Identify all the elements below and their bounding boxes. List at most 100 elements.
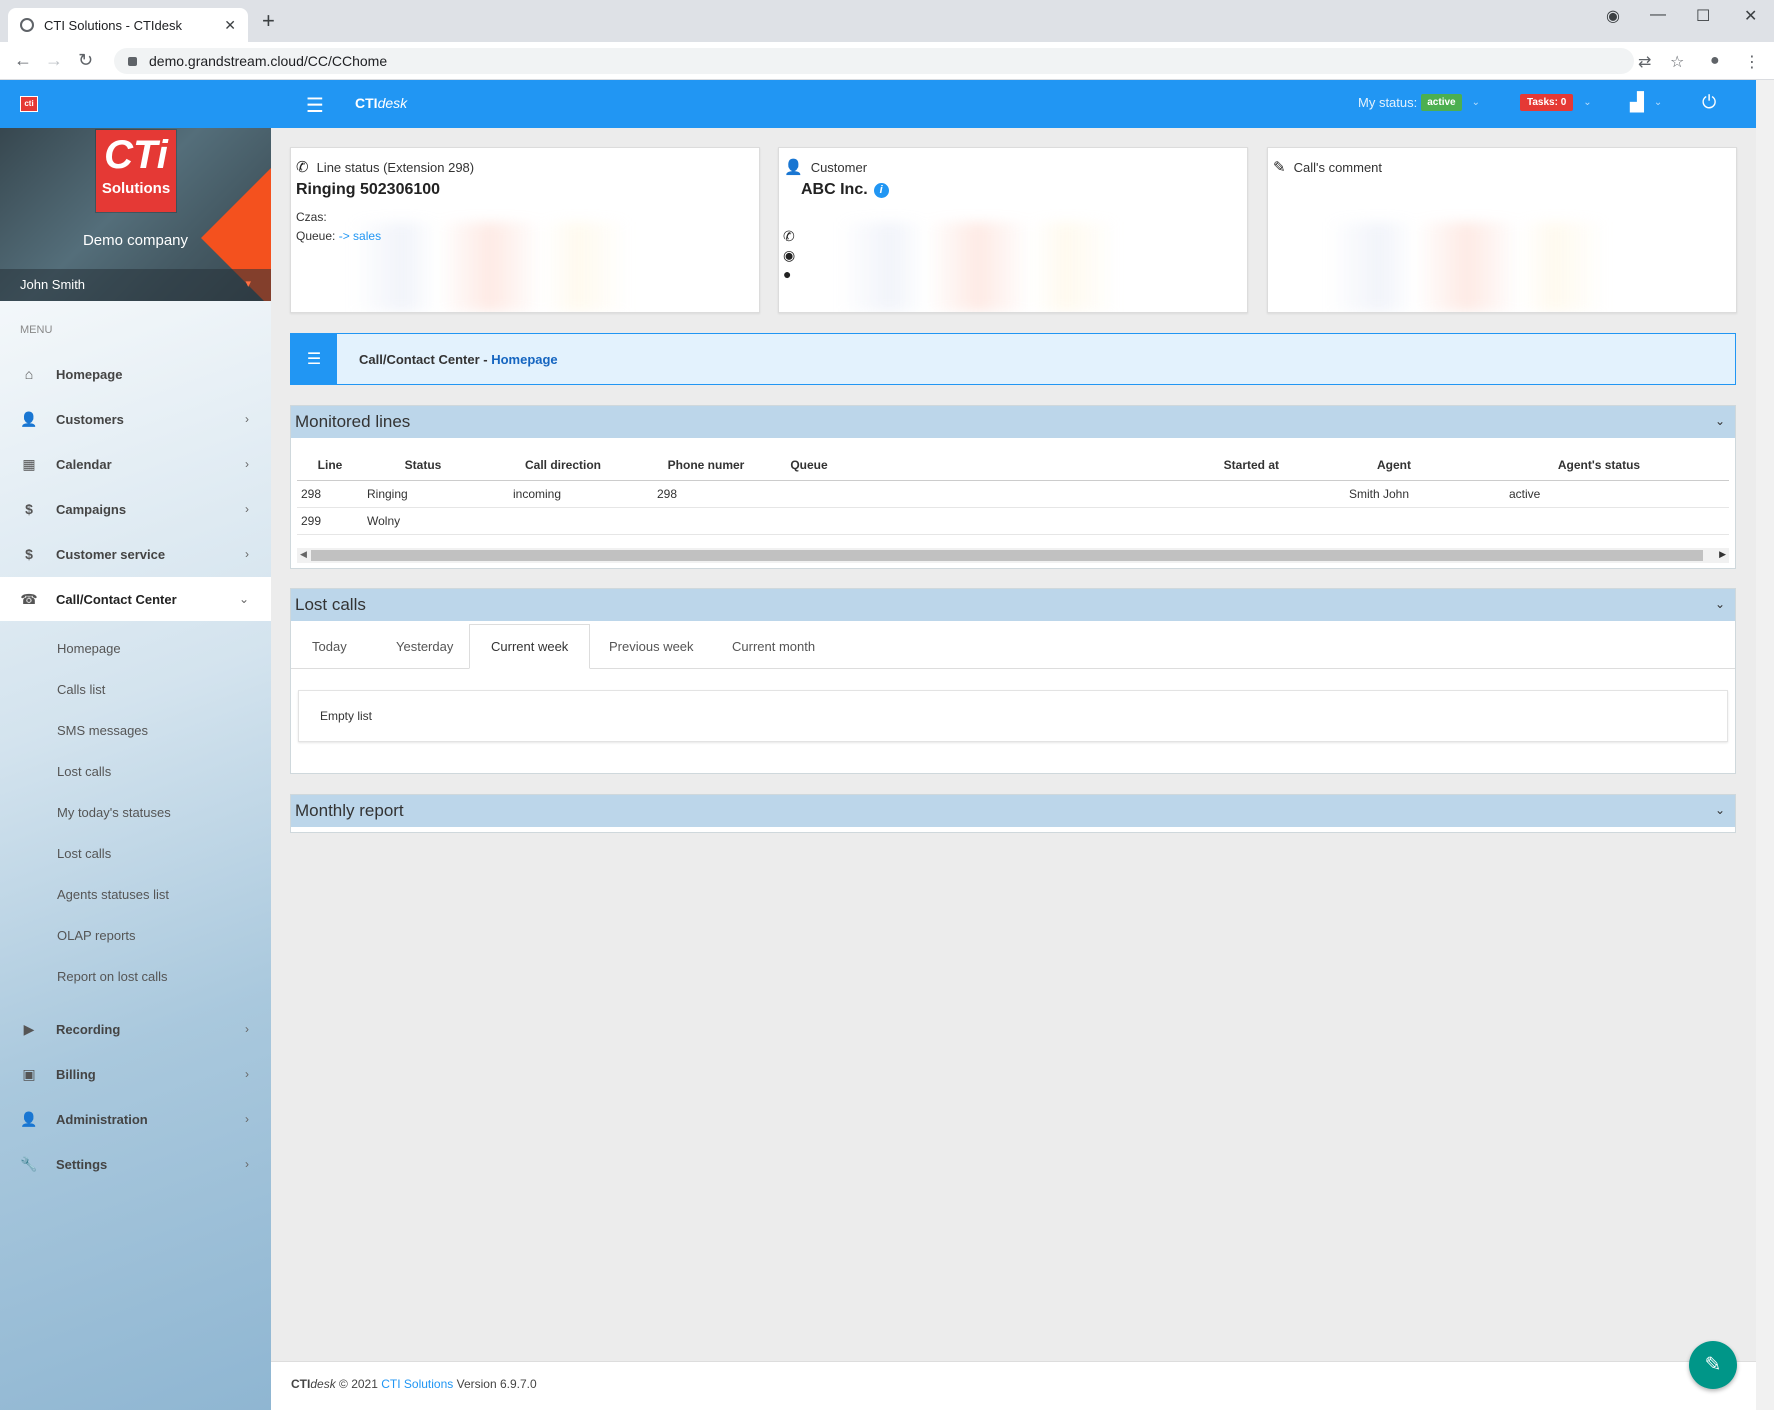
url-field[interactable]: demo.grandstream.cloud/CC/CChome [114,48,1634,74]
scrollbar-thumb[interactable] [311,550,1703,561]
translate-icon[interactable]: ⇄ [1638,52,1651,72]
address-bar: ← → ↻ demo.grandstream.cloud/CC/CChome ⇄… [0,42,1774,80]
new-tab-icon[interactable]: + [262,10,275,32]
phone-icon[interactable]: ✆ [783,228,795,245]
sidebar-item-billing[interactable]: ▣ Billing › [0,1052,271,1096]
table-cell: incoming [483,480,643,508]
logout-power-icon[interactable]: ⏻ [1702,92,1716,113]
globe-icon [20,18,34,32]
scroll-left-icon[interactable]: ◀ [300,549,307,560]
column-header[interactable]: Line [297,450,363,481]
breadcrumb: ☰ Call/Contact Center - Homepage [290,333,1736,385]
chevron-down-icon[interactable]: ⌄ [1715,414,1725,428]
monthly-report-header[interactable]: Monthly report ⌄ [291,795,1735,827]
sidebar-item-label: Homepage [56,366,123,382]
user-icon: 👤 [784,159,803,176]
submenu-item-olap-reports[interactable]: OLAP reports [57,928,136,943]
chevron-down-icon[interactable]: ⌄ [1715,803,1725,817]
sidebar-item-call-contact-center[interactable]: ☎ Call/Contact Center ⌄ [0,577,271,621]
tab-yesterday[interactable]: Yesterday [375,624,474,669]
tab-search-icon[interactable]: ◉ [1606,6,1620,26]
column-header[interactable]: Phone numer [643,450,769,481]
edit-fab-button[interactable]: ✎ [1689,1341,1737,1389]
lost-calls-tabs: Today Yesterday Current week Previous we… [291,624,1735,669]
sidebar-item-label: Campaigns [56,501,127,517]
sidebar-item-customers[interactable]: 👤 Customers › [0,397,271,441]
submenu-item-homepage[interactable]: Homepage [57,641,121,656]
tab-current-month[interactable]: Current month [711,624,836,669]
submenu-item-my-todays-statuses[interactable]: My today's statuses [57,805,171,820]
chevron-down-icon[interactable]: ⌄ [1715,597,1725,611]
sidebar-item-homepage[interactable]: ⌂ Homepage [0,352,271,396]
sidebar-item-label: Customers [56,411,124,427]
table-row[interactable]: 299 Wolny [297,507,1729,535]
column-header[interactable]: Status [363,450,483,481]
cti-logo-icon[interactable]: cti [20,96,38,112]
table-cell [1469,507,1729,535]
chevron-right-icon: › [245,412,249,426]
lost-calls-header[interactable]: Lost calls ⌄ [291,589,1735,621]
sidebar-item-settings[interactable]: 🔧 Settings › [0,1142,271,1186]
browser-menu-icon[interactable]: ⋮ [1744,52,1760,72]
back-icon[interactable]: ← [14,50,32,70]
app-header: cti ☰ CTIdesk My status: active ⌄ Tasks:… [0,80,1756,128]
monitored-lines-header[interactable]: Monitored lines ⌄ [291,406,1735,438]
maximize-icon[interactable]: ☐ [1696,6,1710,26]
horizontal-scrollbar[interactable]: ◀ ▶ [297,548,1729,563]
hamburger-menu-icon[interactable]: ☰ [306,93,324,118]
footer-company-link[interactable]: CTI Solutions [381,1377,453,1391]
forward-icon[interactable]: → [45,50,63,70]
column-header[interactable]: Call direction [483,450,643,481]
column-header[interactable]: Started at [849,450,1319,481]
submenu-item-agents-statuses-list[interactable]: Agents statuses list [57,887,169,902]
submenu-item-lost-calls-2[interactable]: Lost calls [57,846,111,861]
sidebar-item-recording[interactable]: ▶ Recording › [0,1007,271,1051]
submenu-item-sms-messages[interactable]: SMS messages [57,723,148,738]
browser-tab[interactable]: CTI Solutions - CTIdesk ✕ [8,8,248,42]
submenu-item-lost-calls[interactable]: Lost calls [57,764,111,779]
tab-current-week[interactable]: Current week [469,624,591,669]
submenu-item-calls-list[interactable]: Calls list [57,682,105,697]
user-dropdown[interactable]: John Smith ▾ [0,269,271,301]
footer-brand: CTI [291,1377,311,1391]
page-scrollbar[interactable] [1756,80,1774,1410]
info-icon[interactable]: i [873,182,889,198]
queue-label: Queue: [296,229,336,243]
sidebar-item-customer-service[interactable]: $ Customer service › [0,532,271,576]
decorative-blur [1328,222,1676,312]
user-name: John Smith [20,277,86,292]
sidebar-item-calendar[interactable]: ▦ Calendar › [0,442,271,486]
comment-heading: ✎ Call's comment [1273,158,1382,176]
user-circle-icon[interactable]: ◉ [783,247,795,264]
submenu-item-report-on-lost-calls[interactable]: Report on lost calls [57,969,168,984]
scroll-right-icon[interactable]: ▶ [1719,549,1726,560]
chat-icon[interactable]: ● [783,266,791,282]
column-header[interactable]: Agent's status [1469,450,1729,481]
profile-icon[interactable]: ● [1710,52,1720,70]
my-status[interactable]: My status: active ⌄ [1358,94,1480,111]
status-badge: active [1421,94,1462,111]
column-header[interactable]: Agent [1319,450,1469,481]
table-cell [769,507,849,535]
sidebar-item-campaigns[interactable]: $ Campaigns › [0,487,271,531]
close-tab-icon[interactable]: ✕ [224,17,236,34]
tab-today[interactable]: Today [291,624,368,669]
footer-copyright: © 2021 [335,1377,382,1391]
tasks-dropdown[interactable]: Tasks: 0 ⌄ [1520,94,1592,111]
queue-link[interactable]: -> sales [339,229,381,243]
sidebar-item-administration[interactable]: 👤 Administration › [0,1097,271,1141]
sitemap-dropdown[interactable]: ▟ ⌄ [1630,92,1662,113]
bookmark-star-icon[interactable]: ☆ [1670,52,1684,72]
window-close-icon[interactable]: ✕ [1744,6,1757,26]
reload-icon[interactable]: ↻ [78,50,93,70]
line-queue: Queue: -> sales [296,229,381,243]
tab-previous-week[interactable]: Previous week [588,624,715,669]
table-row[interactable]: 298 Ringing incoming 298 Smith John acti… [297,480,1729,508]
profile-panel: CTi Solutions Demo company John Smith ▾ [0,128,271,301]
minimize-icon[interactable]: — [1650,6,1666,24]
sidebar: CTi Solutions Demo company John Smith ▾ … [0,128,271,1410]
column-header[interactable]: Queue [769,450,849,481]
table-cell [849,507,1319,535]
chevron-right-icon: › [245,1157,249,1171]
lock-icon [128,56,137,66]
